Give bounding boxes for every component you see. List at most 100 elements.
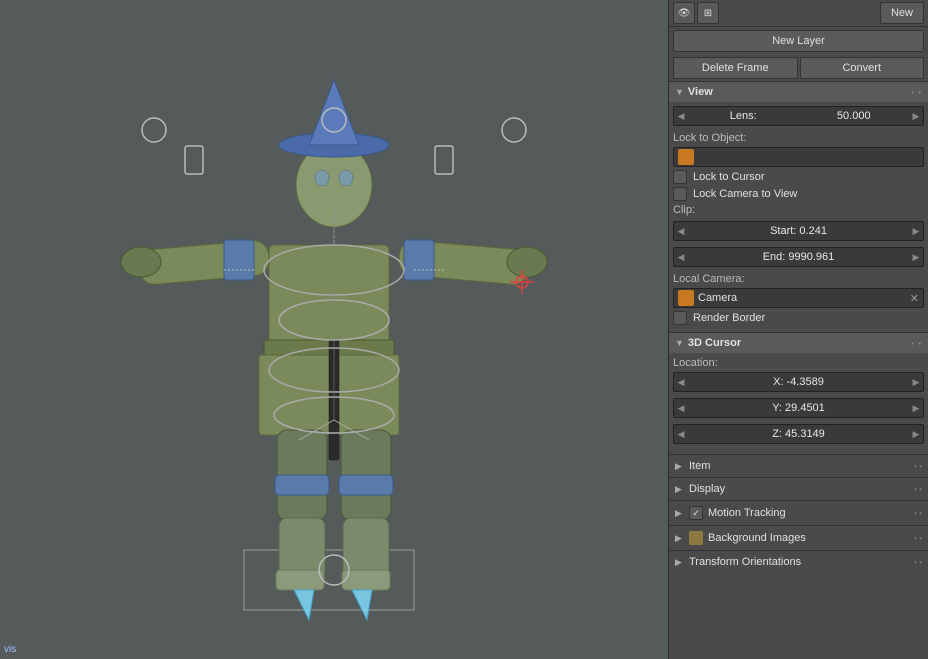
lock-camera-checkbox[interactable] (673, 187, 687, 201)
viewport[interactable]: vis (0, 0, 668, 659)
clip-end-arrow-left[interactable]: ◀ (674, 248, 688, 266)
item-dots: • • (914, 462, 922, 471)
y-arrow-left[interactable]: ◀ (674, 399, 688, 417)
background-images-icon (689, 531, 703, 545)
x-arrow-right[interactable]: ▶ (909, 373, 923, 391)
clip-start-arrow-left[interactable]: ◀ (674, 222, 688, 240)
clip-end-value: End: 9990.961 (688, 251, 909, 263)
lock-cursor-label: Lock to Cursor (693, 171, 765, 183)
view-section-title: View (688, 86, 713, 98)
camera-field-row: Camera ✕ (673, 288, 924, 308)
y-arrow-right[interactable]: ▶ (909, 399, 923, 417)
character-svg (94, 30, 574, 630)
icon-toolbar: 👁 ⊞ New (669, 0, 928, 27)
lens-arrow-right[interactable]: ▶ (909, 107, 923, 125)
z-arrow-right[interactable]: ▶ (909, 425, 923, 443)
object-icon (678, 149, 694, 165)
location-label: Location: (673, 357, 758, 369)
x-arrow-left[interactable]: ◀ (674, 373, 688, 391)
clip-start-value: Start: 0.241 (688, 225, 909, 237)
clip-start-slider[interactable]: ◀ Start: 0.241 ▶ (673, 221, 924, 241)
viewport-label: vis (4, 644, 16, 655)
new-layer-row: New Layer (669, 27, 928, 55)
item-section-title: Item (689, 460, 710, 472)
character-display (0, 0, 668, 659)
clip-start-arrow-right[interactable]: ▶ (909, 222, 923, 240)
camera-clear-icon[interactable]: ✕ (910, 292, 919, 305)
x-value: X: -4.3589 (688, 376, 909, 388)
lens-slider[interactable]: ◀ Lens: 50.000 ▶ (673, 106, 924, 126)
lens-value: Lens: (688, 110, 799, 122)
z-coord-slider[interactable]: ◀ Z: 45.3149 ▶ (673, 424, 924, 444)
transform-triangle-icon: ▶ (675, 557, 685, 568)
camera-field[interactable]: Camera ✕ (673, 288, 924, 308)
motion-tracking-section-title: Motion Tracking (708, 507, 786, 519)
view-triangle-icon: ▼ (675, 87, 684, 97)
display-triangle-icon: ▶ (675, 484, 685, 495)
cursor-section-header[interactable]: ▼ 3D Cursor • • (669, 332, 928, 353)
convert-button[interactable]: Convert (800, 57, 925, 79)
clip-end-row: ◀ End: 9990.961 ▶ (673, 247, 924, 270)
motion-tracking-checkbox-icon[interactable]: ✓ (689, 506, 703, 520)
y-value: Y: 29.4501 (688, 402, 909, 414)
local-camera-label-row: Local Camera: (673, 273, 924, 285)
cursor-section-dots: • • (911, 339, 922, 348)
transform-dots: • • (914, 558, 922, 567)
clip-label-row: Clip: (673, 204, 924, 218)
motion-tracking-section-header[interactable]: ▶ ✓ Motion Tracking • • (669, 500, 928, 525)
x-coord-row: ◀ X: -4.3589 ▶ (673, 372, 924, 395)
camera-icon (678, 290, 694, 306)
render-border-checkbox[interactable] (673, 311, 687, 325)
grid-icon-btn[interactable]: ⊞ (697, 2, 719, 24)
lens-arrow-left[interactable]: ◀ (674, 107, 688, 125)
delete-frame-button[interactable]: Delete Frame (673, 57, 798, 79)
action-row: Delete Frame Convert (669, 55, 928, 81)
background-images-section-title: Background Images (708, 532, 806, 544)
lens-number: 50.000 (799, 110, 910, 122)
display-dots: • • (914, 485, 922, 494)
transform-orientations-section-header[interactable]: ▶ Transform Orientations • • (669, 550, 928, 573)
view-section-header[interactable]: ▼ View • • (669, 81, 928, 102)
lock-cursor-checkbox[interactable] (673, 170, 687, 184)
clip-end-arrow-right[interactable]: ▶ (909, 248, 923, 266)
y-coord-slider[interactable]: ◀ Y: 29.4501 ▶ (673, 398, 924, 418)
display-section-header[interactable]: ▶ Display • • (669, 477, 928, 500)
clip-label: Clip: (673, 204, 695, 216)
view-section-content: ◀ Lens: 50.000 ▶ Lock to Object: Lock to… (669, 102, 928, 332)
camera-value: Camera (698, 292, 737, 304)
lock-camera-row[interactable]: Lock Camera to View (673, 187, 924, 201)
z-arrow-left[interactable]: ◀ (674, 425, 688, 443)
new-button[interactable]: New (880, 2, 924, 24)
item-triangle-icon: ▶ (675, 461, 685, 472)
lock-object-label: Lock to Object: (673, 132, 758, 144)
y-coord-row: ◀ Y: 29.4501 ▶ (673, 398, 924, 421)
local-camera-label: Local Camera: (673, 273, 758, 285)
x-coord-slider[interactable]: ◀ X: -4.3589 ▶ (673, 372, 924, 392)
z-value: Z: 45.3149 (688, 428, 909, 440)
lock-camera-label: Lock Camera to View (693, 188, 797, 200)
cursor-section-content: Location: ◀ X: -4.3589 ▶ ◀ Y: 29.4501 ▶ … (669, 353, 928, 454)
clip-start-row: ◀ Start: 0.241 ▶ (673, 221, 924, 244)
z-coord-row: ◀ Z: 45.3149 ▶ (673, 424, 924, 447)
lock-object-row: Lock to Object: (673, 132, 924, 144)
clip-end-slider[interactable]: ◀ End: 9990.961 ▶ (673, 247, 924, 267)
view-section-dots: • • (911, 88, 922, 97)
motion-tracking-triangle-icon: ▶ (675, 508, 685, 519)
cursor-section-title: 3D Cursor (688, 337, 741, 349)
lock-object-field[interactable] (673, 147, 924, 167)
motion-tracking-dots: • • (914, 509, 922, 518)
location-label-row: Location: (673, 357, 924, 369)
render-border-row[interactable]: Render Border (673, 311, 924, 325)
view-icon-btn[interactable]: 👁 (673, 2, 695, 24)
display-section-title: Display (689, 483, 725, 495)
bg-images-triangle-icon: ▶ (675, 533, 685, 544)
right-panel: 👁 ⊞ New New Layer Delete Frame Convert ▼… (668, 0, 928, 659)
new-layer-button[interactable]: New Layer (673, 30, 924, 52)
lens-row: ◀ Lens: 50.000 ▶ (673, 106, 924, 129)
bg-images-dots: • • (914, 534, 922, 543)
lock-object-field-row (673, 147, 924, 167)
item-section-header[interactable]: ▶ Item • • (669, 454, 928, 477)
background-images-section-header[interactable]: ▶ Background Images • • (669, 525, 928, 550)
lock-cursor-row[interactable]: Lock to Cursor (673, 170, 924, 184)
render-border-label: Render Border (693, 312, 765, 324)
